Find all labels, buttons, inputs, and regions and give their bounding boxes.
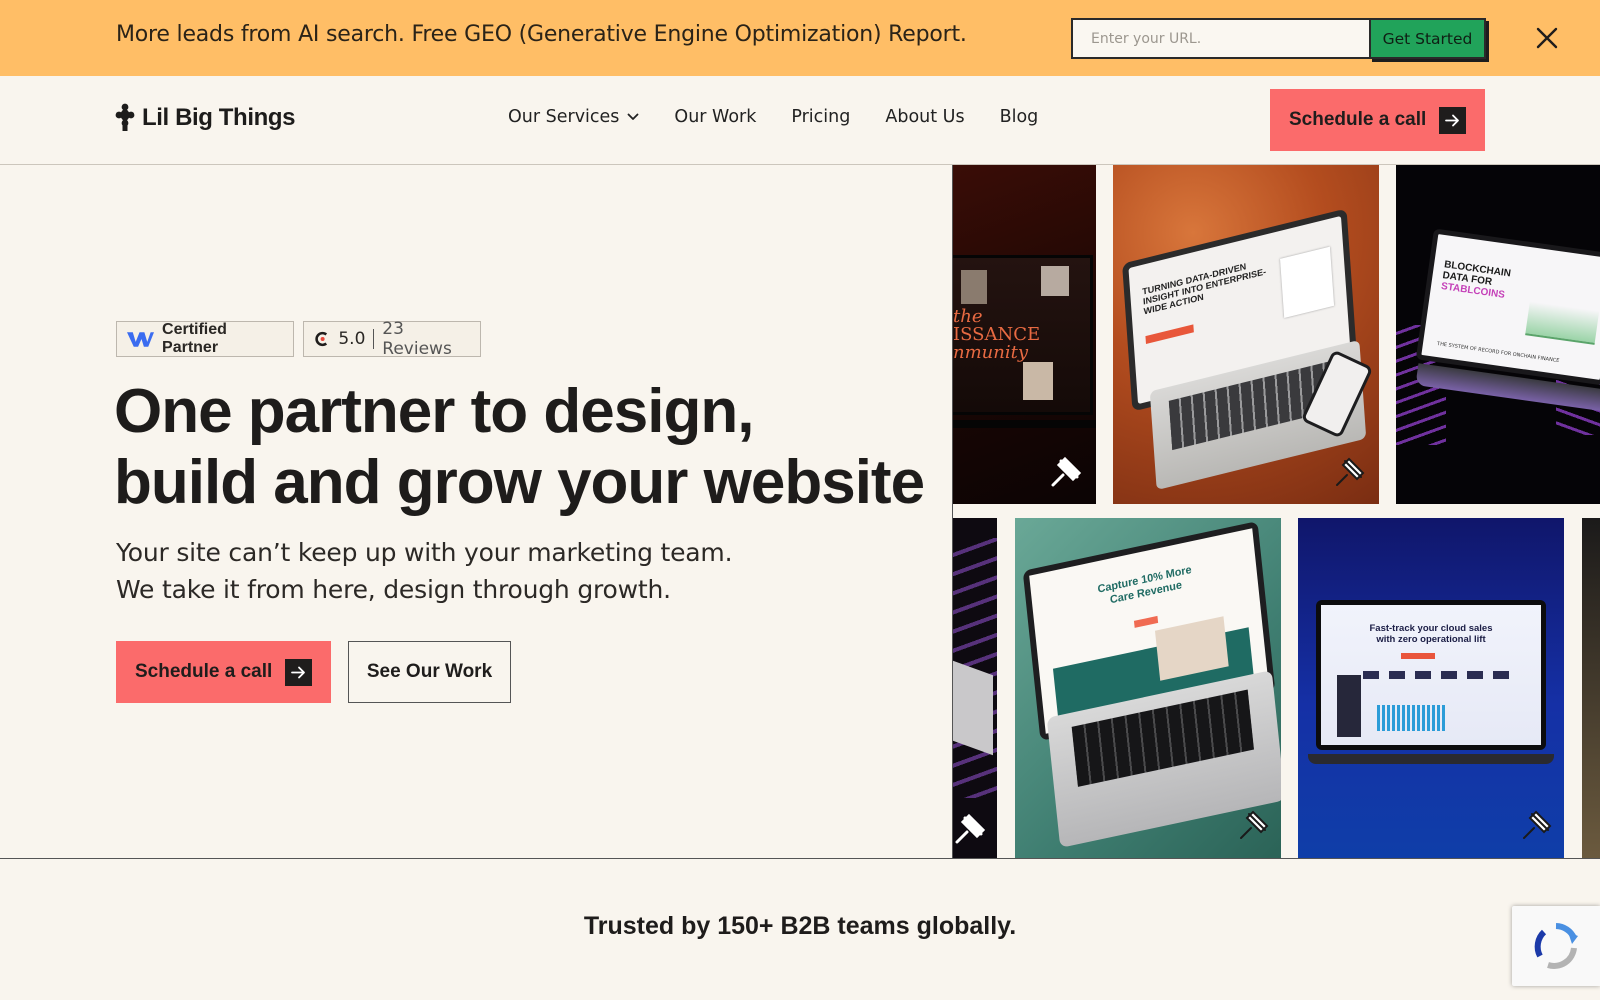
laptop-screen: Fast-track your cloud sales with zero op…	[1321, 605, 1541, 745]
recaptcha-badge[interactable]	[1512, 906, 1600, 986]
nav-item-our-services[interactable]: Our Services	[508, 107, 639, 127]
hero-title-line-1: One partner to design,	[114, 377, 754, 446]
screen-sidebar	[1337, 675, 1361, 737]
screen-stats	[1363, 671, 1513, 679]
nav-item-blog[interactable]: Blog	[1000, 107, 1039, 127]
reviews-badge[interactable]: 5.0 23 Reviews	[303, 319, 481, 359]
screen-headline: Capture 10% More Care Revenue	[1097, 563, 1193, 607]
schedule-call-label: Schedule a call	[135, 661, 273, 682]
logo[interactable]: Lil Big Things	[114, 103, 295, 133]
reviews-count: 23 Reviews	[382, 319, 452, 359]
nav-item-pricing[interactable]: Pricing	[791, 107, 850, 127]
logo-text: Lil Big Things	[142, 104, 296, 131]
badge-row: Certified Partner 5.0 23 Reviews	[116, 319, 481, 359]
nav-item-label: Our Work	[674, 107, 757, 127]
promo-banner: More leads from AI search. Free GEO (Gen…	[0, 0, 1600, 76]
pin-icon	[955, 813, 986, 844]
portfolio-tile-edge[interactable]	[1582, 518, 1600, 858]
nav-item-label: About Us	[885, 107, 965, 127]
hero-title-line-2: build and grow your website	[114, 448, 925, 517]
certified-partner-label: Certified Partner	[162, 321, 227, 356]
screen-card	[1280, 246, 1335, 319]
hero-subtitle-line-1: Your site can’t keep up with your market…	[116, 538, 733, 567]
badge-divider	[373, 329, 375, 349]
laptop-base	[1308, 754, 1554, 764]
webflow-logo-icon	[127, 332, 155, 347]
screen-bars	[1377, 705, 1447, 731]
url-input[interactable]	[1071, 18, 1369, 59]
laptop-mockup: Fast-track your cloud sales with zero op…	[1316, 600, 1546, 750]
recaptcha-icon	[1534, 923, 1578, 969]
laptop-edge	[953, 660, 993, 756]
portfolio-tile-cloud-sales[interactable]: Fast-track your cloud sales with zero op…	[1298, 518, 1564, 858]
pin-icon	[1051, 456, 1082, 487]
nav-menu: Our Services Our Work Pricing About Us B…	[508, 107, 1073, 127]
portfolio-tile-renaissance[interactable]: the ISSANCE nmunity	[953, 165, 1096, 504]
arrow-right-icon	[1439, 107, 1466, 134]
hero-title: One partner to design, build and grow yo…	[114, 376, 925, 518]
portfolio-tile-data-insight[interactable]: TURNING DATA-DRIVEN INSIGHT INTO ENTERPR…	[1113, 165, 1379, 504]
pin-icon	[1240, 810, 1269, 839]
pin-icon	[1336, 457, 1365, 486]
arrow-right-icon	[285, 659, 312, 686]
nav-item-label: Our Services	[508, 107, 620, 127]
screen-button	[1145, 324, 1194, 345]
see-our-work-button[interactable]: See Our Work	[348, 641, 511, 703]
nav-item-our-work[interactable]: Our Work	[674, 107, 756, 127]
close-icon[interactable]	[1531, 22, 1563, 54]
screen-photo	[1023, 362, 1053, 400]
laptop-mockup: BLOCKCHAIN DATA FOR STABLCOINS THE SYSTE…	[1415, 228, 1600, 386]
rating-value: 5.0	[338, 329, 366, 349]
promo-form: Get Started	[1071, 18, 1486, 59]
screen-chart	[1525, 287, 1600, 345]
clutch-logo-icon	[315, 331, 328, 347]
cloud-line-1: Fast-track your cloud sales	[1369, 623, 1493, 634]
screen-photo	[961, 270, 987, 304]
portfolio-tile-blockchain[interactable]: BLOCKCHAIN DATA FOR STABLCOINS THE SYSTE…	[1396, 165, 1600, 504]
cloud-line-2: with zero operational lift	[1376, 634, 1486, 645]
chevron-down-icon	[628, 113, 639, 120]
schedule-call-button-nav[interactable]: Schedule a call	[1270, 89, 1485, 151]
hero-subtitle: Your site can’t keep up with your market…	[116, 534, 733, 608]
work-gallery: the ISSANCE nmunity TURNING DATA-DRIVEN …	[952, 165, 1600, 858]
nav-item-label: Pricing	[791, 107, 851, 127]
laptop-base	[953, 420, 1096, 428]
screen-headline: BLOCKCHAIN DATA FOR STABLCOINS	[1440, 259, 1511, 301]
main-nav: Lil Big Things Our Services Our Work Pri…	[0, 76, 1600, 165]
screen-caption: THE SYSTEM OF RECORD FOR ONCHAIN FINANCE	[1436, 340, 1560, 365]
trusted-heading: Trusted by 150+ B2B teams globally.	[583, 912, 1017, 940]
screen-headline: TURNING DATA-DRIVEN INSIGHT INTO ENTERPR…	[1141, 261, 1267, 317]
laptop-screen-image: the ISSANCE nmunity	[953, 255, 1093, 415]
logo-mark-icon	[115, 103, 135, 131]
portfolio-tile-purple-strip[interactable]	[953, 518, 997, 858]
certified-partner-badge[interactable]: Certified Partner	[116, 321, 294, 357]
get-started-button[interactable]: Get Started	[1369, 18, 1486, 59]
hero-subtitle-line-2: We take it from here, design through gro…	[116, 575, 671, 604]
portfolio-tile-care-revenue[interactable]: Capture 10% More Care Revenue	[1015, 518, 1281, 858]
renaissance-line-3: nmunity	[953, 342, 1029, 363]
screen-photo	[1041, 266, 1069, 296]
nav-item-label: Blog	[999, 107, 1039, 127]
screen-button	[1401, 653, 1435, 659]
screen-button	[1133, 615, 1159, 628]
promo-text: More leads from AI search. Free GEO (Gen…	[116, 22, 967, 47]
nav-item-about-us[interactable]: About Us	[885, 107, 964, 127]
pin-icon	[1523, 810, 1552, 839]
renaissance-heading: the ISSANCE nmunity	[953, 308, 1040, 362]
screen-headline: Fast-track your cloud sales with zero op…	[1321, 623, 1541, 645]
schedule-call-label: Schedule a call	[1289, 109, 1427, 130]
schedule-call-button[interactable]: Schedule a call	[116, 641, 331, 703]
